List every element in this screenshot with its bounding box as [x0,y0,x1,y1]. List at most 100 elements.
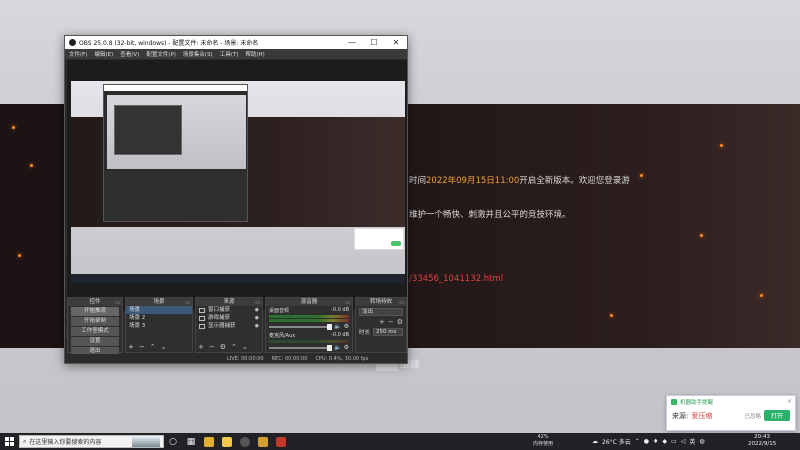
remove-icon[interactable]: − [209,343,215,351]
weather-icon[interactable]: ☁ [592,438,598,445]
sources-dock: 来源 ▭ 窗口捕获 ◉ 游戏捕获 ◉ 显示器捕获 ◉ + − ⚙ ⌃ ⌄ [195,297,263,353]
maximize-button[interactable]: ☐ [363,38,385,47]
duration-input[interactable]: 250 ms [373,328,403,336]
scene-item[interactable]: 场景 2 [126,314,192,322]
start-streaming-button[interactable]: 开始推流 [71,307,119,316]
volume-slider[interactable] [269,344,333,351]
game-capture-icon [199,315,205,321]
system-tray: ☁ 26°C 多云 ⌃ ● ♦ ◆ ▭ ◁ 英 ◍ [592,433,705,450]
popout-icon[interactable]: ▭ [115,299,120,307]
obs-menu-bar: 文件(F) 编辑(E) 查看(V) 配置文件(P) 场景集合(S) 工具(T) … [65,49,407,59]
ime-indicator[interactable]: 英 [689,437,695,446]
obs-docks: 控件 ▭ 开始推流 开始录制 工作室模式 设置 退出 场景 ▭ 场景 场景 2 场景… [67,297,407,356]
volume-slider[interactable] [269,323,333,330]
gear-icon[interactable]: ⚙ [220,343,226,351]
preview-capture [71,81,405,274]
move-down-icon[interactable]: ⌄ [242,343,248,351]
remove-icon[interactable]: − [388,318,394,326]
gear-icon[interactable]: ⚙ [344,323,349,330]
window-capture-icon [199,307,205,313]
banner-link[interactable]: /33456_1041132.html [409,274,503,284]
tray-app-icon[interactable]: ♦ [653,438,658,445]
close-icon[interactable]: ✕ [787,398,792,405]
app-icon [671,398,677,405]
menu-tools[interactable]: 工具(T) [220,50,239,58]
obs-window-title: OBS 25.0.8 (32-bit, windows) - 配置文件: 未命名… [79,40,259,47]
visibility-eye-icon[interactable]: ◉ [255,322,259,330]
move-down-icon[interactable]: ⌄ [161,343,167,351]
start-recording-button[interactable]: 开始录制 [71,317,119,326]
popout-icon[interactable]: ▭ [185,299,190,307]
live-status: LIVE: 00:00:00 [227,355,264,362]
chevron-up-icon[interactable]: ⌃ [635,438,640,445]
menu-help[interactable]: 帮助(H) [245,50,264,58]
add-icon[interactable]: + [128,343,134,351]
taskbar-clock[interactable]: 20:43 2022/9/15 [748,434,776,448]
tray-app-icon[interactable]: ◍ [699,438,704,445]
preview-taskbar [71,274,405,283]
menu-edit[interactable]: 编辑(E) [94,50,113,58]
obs-logo-icon [69,39,76,46]
weather-text[interactable]: 26°C 多云 [602,437,631,446]
obs-taskbar-icon[interactable] [236,433,254,450]
banner-announcement-line2: 维护一个畅快、刺激并且公平的竞技环境。 [409,210,571,220]
move-up-icon[interactable]: ⌃ [150,343,156,351]
controls-dock-title: 控件 [89,299,101,305]
network-icon[interactable]: ▭ [671,438,677,445]
minimize-button[interactable]: — [341,38,363,47]
studio-mode-button[interactable]: 工作室模式 [71,327,119,336]
volume-icon[interactable]: ◁ [681,438,686,445]
notification-popup[interactable]: 机器助手提醒 ✕ 来源: 爱压缩 已忽略 打开 [666,395,796,431]
gear-icon[interactable]: ⚙ [397,318,403,326]
app-icon-2[interactable] [254,433,272,450]
remove-icon[interactable]: − [139,343,145,351]
widgets-icon[interactable]: ▦ [182,433,200,450]
ignore-button[interactable]: 已忽略 [744,412,761,420]
source-item[interactable]: 游戏捕获 ◉ [196,314,262,322]
search-icon: ⌕ [23,437,27,445]
gear-icon[interactable]: ⚙ [344,344,349,351]
speaker-icon[interactable]: 🔈 [334,344,341,351]
open-button[interactable]: 打开 [763,410,790,421]
transition-select[interactable]: 淡出 [359,308,403,316]
taskbar: ⌕ 在这里输入你要搜索的内容 ○ ▦ 42% 内存使用 ☁ 26°C 多云 ⌃ … [0,433,800,450]
display-capture-icon [199,323,205,329]
menu-view[interactable]: 查看(V) [120,50,139,58]
popout-icon[interactable]: ▭ [255,299,260,307]
desktop: 时间2022年09月15日11:00开启全新版本。欢迎您登录游 维护一个畅快、刺… [0,0,800,433]
popout-icon[interactable]: ▭ [345,299,350,307]
menu-scene-collection[interactable]: 场景集合(S) [183,50,213,58]
app-icon-3[interactable] [272,433,290,450]
speaker-icon[interactable]: 🔈 [334,323,341,330]
tray-app-icon[interactable]: ◆ [662,438,667,445]
obs-window[interactable]: OBS 25.0.8 (32-bit, windows) - 配置文件: 未命名… [64,35,408,364]
visibility-eye-icon[interactable]: ◉ [255,314,259,322]
obs-title-bar[interactable]: OBS 25.0.8 (32-bit, windows) - 配置文件: 未命名… [65,36,407,49]
source-item[interactable]: 窗口捕获 ◉ [196,306,262,314]
popout-icon[interactable]: ▭ [399,299,404,307]
add-icon[interactable]: + [379,318,385,326]
move-up-icon[interactable]: ⌃ [231,343,237,351]
sources-dock-title: 来源 [223,299,235,305]
scene-item[interactable]: 场景 [126,306,192,314]
app-icon-1[interactable] [200,433,218,450]
menu-file[interactable]: 文件(F) [69,50,87,58]
menu-profile[interactable]: 配置文件(P) [146,50,176,58]
banner-announcement-line1: 时间2022年09月15日11:00开启全新版本。欢迎您登录游 [409,176,630,186]
settings-button[interactable]: 设置 [71,337,119,346]
scene-item[interactable]: 场景 3 [126,322,192,330]
file-explorer-icon[interactable] [218,433,236,450]
source-item[interactable]: 显示器捕获 ◉ [196,322,262,330]
memory-usage: 42% 内存使用 [532,434,553,447]
start-button[interactable] [0,433,18,450]
taskbar-search[interactable]: ⌕ 在这里输入你要搜索的内容 [19,435,164,448]
notification-source-name: 爱压缩 [691,411,713,420]
obs-preview[interactable] [67,60,407,310]
notification-app-name: 机器助手提醒 [680,399,714,406]
add-icon[interactable]: + [198,343,204,351]
task-view-icon[interactable]: ○ [164,433,182,450]
transitions-dock: 转场特效 ▭ 淡出 + − ⚙ 时长 250 ms [355,297,407,353]
visibility-eye-icon[interactable]: ◉ [255,306,259,314]
tray-app-icon[interactable]: ● [644,438,649,445]
close-button[interactable]: ✕ [385,38,407,47]
